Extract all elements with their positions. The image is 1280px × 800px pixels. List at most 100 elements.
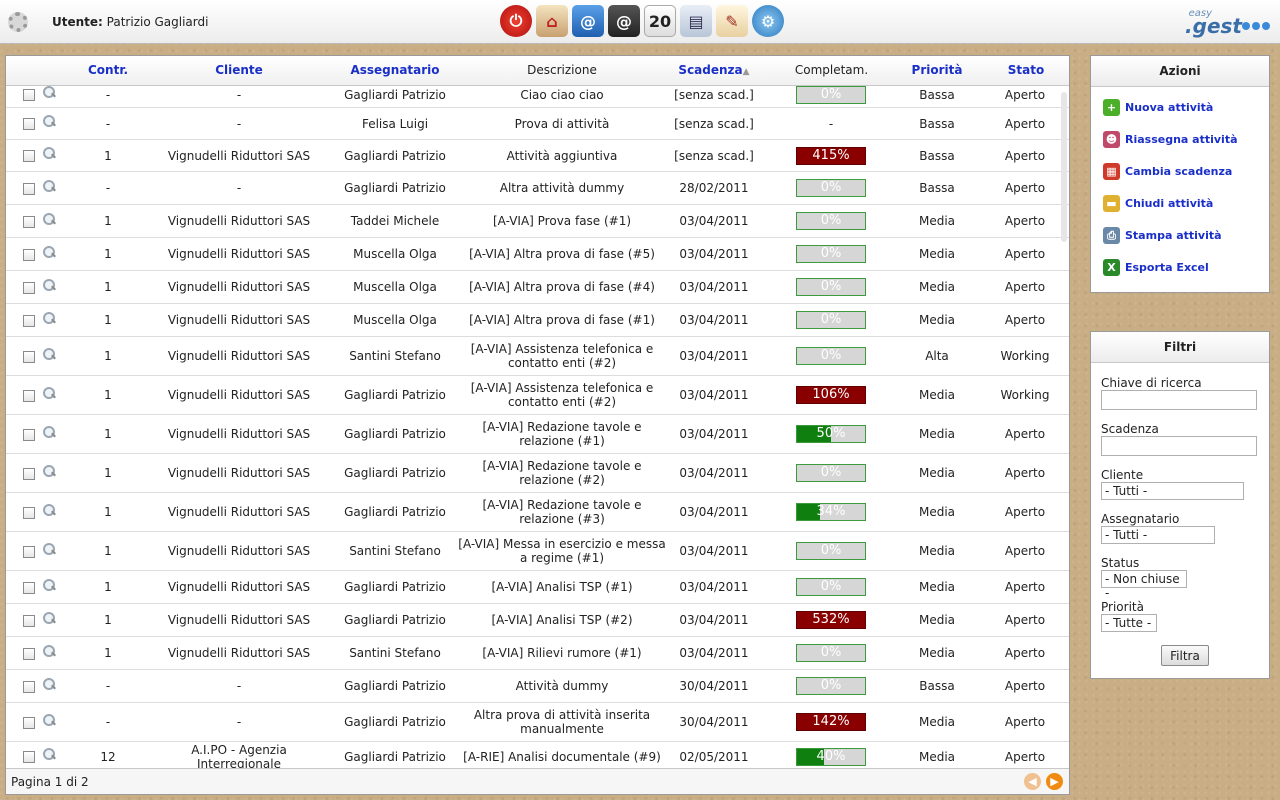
action-folder[interactable]: ▬ Chiudi attività (1103, 195, 1213, 212)
row-checkbox[interactable] (23, 389, 35, 402)
column-priorita[interactable]: Priorità (904, 63, 970, 77)
view-details-icon[interactable] (43, 311, 55, 324)
column-stato[interactable]: Stato (996, 63, 1056, 77)
cell-assegnatario: Gagliardi Patrizio (344, 505, 446, 519)
view-details-icon[interactable] (43, 644, 55, 657)
assignee-select[interactable]: - Tutti - (1101, 526, 1215, 544)
view-details-icon[interactable] (43, 86, 55, 98)
row-checkbox[interactable] (23, 647, 35, 660)
table-row[interactable]: 1 Vignudelli Riduttori SAS Gagliardi Patri… (6, 571, 1069, 604)
table-row[interactable]: 1 Vignudelli Riduttori SAS Santini Stefano… (6, 337, 1069, 376)
view-details-icon[interactable] (43, 115, 55, 127)
row-checkbox[interactable] (23, 248, 35, 261)
column-cliente[interactable]: Cliente (189, 63, 289, 77)
table-row[interactable]: 1 Vignudelli Riduttori SAS Gagliardi Patri… (6, 140, 1069, 172)
power-icon[interactable]: ⏻ (500, 5, 532, 37)
home-icon[interactable]: ⌂ (536, 5, 568, 37)
column-completam[interactable]: Completam. (784, 63, 879, 77)
view-details-icon[interactable] (43, 347, 55, 360)
deadline-input[interactable] (1101, 436, 1257, 456)
cell-assegnatario: Felisa Luigi (361, 116, 429, 131)
table-row[interactable]: 1 Vignudelli Riduttori SAS Gagliardi Patri… (6, 454, 1069, 493)
row-checkbox[interactable] (23, 680, 35, 693)
view-details-icon[interactable] (43, 212, 55, 225)
notes-icon[interactable]: ✎ (716, 5, 748, 37)
table-scrollbar[interactable] (1061, 92, 1067, 242)
table-row[interactable]: 12 A.I.PO - Agenzia Interregionale Gagliar… (6, 742, 1069, 770)
table-row[interactable]: 1 Vignudelli Riduttori SAS Muscella Olga [A… (6, 238, 1069, 271)
view-details-icon[interactable] (43, 611, 55, 624)
view-details-icon[interactable] (43, 464, 55, 477)
view-details-icon[interactable] (43, 386, 55, 399)
row-checkbox[interactable] (23, 467, 35, 480)
documents-icon[interactable]: ▤ (680, 5, 712, 37)
action-calendar[interactable]: ▦ Cambia scadenza (1103, 163, 1232, 180)
row-checkbox[interactable] (23, 215, 35, 228)
row-checkbox[interactable] (23, 281, 35, 294)
mail-icon[interactable]: @ (572, 5, 604, 37)
row-checkbox[interactable] (23, 150, 35, 162)
view-details-icon[interactable] (43, 542, 55, 555)
view-details-icon[interactable] (43, 147, 55, 159)
next-page-icon[interactable]: ▶ (1046, 773, 1063, 790)
column-assegnatario[interactable]: Assegnatario (345, 63, 445, 77)
client-select[interactable]: - Tutti - (1101, 482, 1244, 500)
table-row[interactable]: 1 Vignudelli Riduttori SAS Santini Stefano… (6, 532, 1069, 571)
view-details-icon[interactable] (43, 677, 55, 690)
cell-completamento: 415% (786, 140, 876, 171)
search-key-label: Chiave di ricerca (1101, 376, 1202, 390)
view-details-icon[interactable] (43, 503, 55, 516)
view-details-icon[interactable] (43, 713, 55, 726)
view-details-icon[interactable] (43, 179, 55, 192)
address-book-icon[interactable]: @ (608, 5, 640, 37)
row-checkbox[interactable] (23, 716, 35, 729)
cell-contr: 1 (104, 544, 112, 558)
action-add[interactable]: + Nuova attività (1103, 99, 1213, 116)
row-checkbox[interactable] (23, 751, 35, 763)
view-details-icon[interactable] (43, 278, 55, 291)
table-row[interactable]: 1 Vignudelli Riduttori SAS Gagliardi Patri… (6, 604, 1069, 637)
action-excel[interactable]: X Esporta Excel (1103, 259, 1209, 276)
table-row[interactable]: - - Felisa Luigi Prova di attività [senza sc… (6, 108, 1069, 140)
filter-button[interactable]: Filtra (1161, 645, 1209, 666)
settings-icon[interactable]: ⚙ (752, 5, 784, 37)
table-footer: Pagina 1 di 2 ◀ ▶ (6, 768, 1069, 794)
settings-small-icon[interactable] (8, 12, 28, 32)
row-checkbox[interactable] (23, 581, 35, 594)
row-checkbox[interactable] (23, 506, 35, 519)
table-row[interactable]: 1 Vignudelli Riduttori SAS Muscella Olga [A… (6, 271, 1069, 304)
priority-select[interactable]: - Tutte - (1101, 614, 1157, 632)
action-printer[interactable]: ⎙ Stampa attività (1103, 227, 1222, 244)
column-contr[interactable]: Contr. (88, 63, 128, 77)
column-scadenza[interactable]: Scadenza▲ (676, 63, 752, 77)
table-row[interactable]: 1 Vignudelli Riduttori SAS Gagliardi Patri… (6, 376, 1069, 415)
table-row[interactable]: 1 Vignudelli Riduttori SAS Gagliardi Patri… (6, 493, 1069, 532)
table-row[interactable]: - - Gagliardi Patrizio Ciao ciao ciao [senza… (6, 86, 1069, 108)
view-details-icon[interactable] (43, 245, 55, 258)
table-row[interactable]: - - Gagliardi Patrizio Altra attività dummy… (6, 172, 1069, 205)
row-checkbox[interactable] (23, 614, 35, 627)
row-checkbox[interactable] (23, 545, 35, 558)
search-key-input[interactable] (1101, 390, 1257, 410)
view-details-icon[interactable] (43, 425, 55, 438)
cell-completamento: 0% (786, 271, 876, 303)
view-details-icon[interactable] (43, 578, 55, 591)
action-users[interactable]: ☻ Riassegna attività (1103, 131, 1238, 148)
calendar-icon[interactable]: 20 (644, 5, 676, 37)
row-checkbox[interactable] (23, 89, 35, 101)
row-checkbox[interactable] (23, 182, 35, 195)
row-checkbox[interactable] (23, 350, 35, 363)
row-checkbox[interactable] (23, 428, 35, 441)
row-checkbox[interactable] (23, 314, 35, 327)
table-row[interactable]: - - Gagliardi Patrizio Altra prova di attiv… (6, 703, 1069, 742)
table-row[interactable]: 1 Vignudelli Riduttori SAS Taddei Michele [… (6, 205, 1069, 238)
table-row[interactable]: 1 Vignudelli Riduttori SAS Gagliardi Patri… (6, 415, 1069, 454)
column-descrizione[interactable]: Descrizione (492, 63, 632, 77)
table-row[interactable]: - - Gagliardi Patrizio Attività dummy 30/04/… (6, 670, 1069, 703)
table-row[interactable]: 1 Vignudelli Riduttori SAS Santini Stefano… (6, 637, 1069, 670)
previous-page-icon[interactable]: ◀ (1024, 773, 1041, 790)
table-row[interactable]: 1 Vignudelli Riduttori SAS Muscella Olga [A… (6, 304, 1069, 337)
status-select[interactable]: - Non chiuse - (1101, 570, 1187, 600)
view-details-icon[interactable] (43, 748, 55, 760)
row-checkbox[interactable] (23, 118, 35, 130)
